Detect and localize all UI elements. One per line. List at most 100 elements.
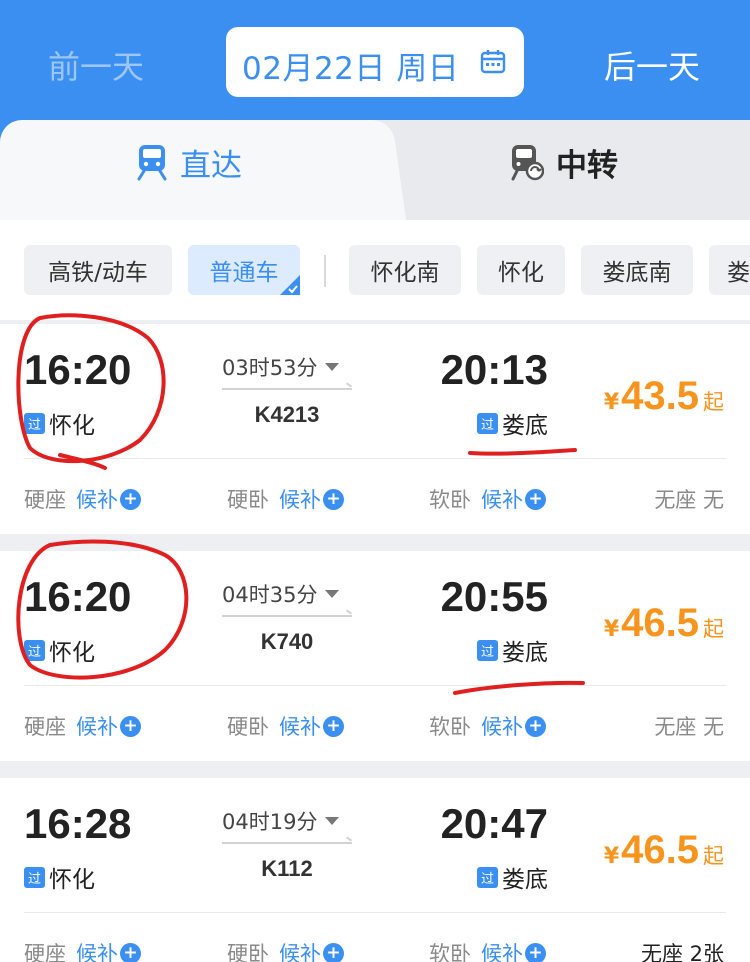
plus-icon[interactable]: + <box>323 942 344 962</box>
duration-arrow-line <box>222 388 352 390</box>
duration-text: 04时19分 <box>222 810 318 834</box>
seat-soft-sleeper: 软卧 候补 + <box>429 711 546 741</box>
waitlist-button[interactable]: 候补 <box>481 711 523 741</box>
seat-type: 硬卧 <box>227 488 269 512</box>
train-card[interactable]: 16:28 过 怀化 04时19分 K112 20:47 过 娄底 ¥ 46.5… <box>0 778 750 962</box>
filter-chip-station-2[interactable]: 怀化 <box>477 245 565 295</box>
departure-time: 16:20 <box>24 346 132 393</box>
arrival-station: 过 娄底 <box>477 860 548 894</box>
plus-icon[interactable]: + <box>120 942 141 962</box>
departure-time: 16:20 <box>24 573 132 620</box>
seat-hard-sleeper: 硬卧 候补 + <box>227 484 344 514</box>
filter-divider <box>324 255 326 287</box>
currency-symbol: ¥ <box>603 390 620 415</box>
departure-station-name: 怀化 <box>49 640 95 666</box>
departure-station: 过 怀化 <box>24 406 95 440</box>
seat-type: 软卧 <box>429 942 471 962</box>
next-day-button[interactable]: 后一天 <box>604 42 700 88</box>
train-number: K4213 <box>254 402 320 427</box>
duration-toggle[interactable]: 04时35分 <box>222 579 352 609</box>
filter-chip-station-4[interactable]: 娄 <box>709 245 750 295</box>
plus-icon[interactable]: + <box>525 715 546 737</box>
arrival-station-name: 娄底 <box>502 413 548 439</box>
price-suffix: 起 <box>703 390 724 414</box>
plus-icon[interactable]: + <box>323 715 344 737</box>
arrival-station-name: 娄底 <box>502 867 548 893</box>
plus-icon[interactable]: + <box>525 488 546 510</box>
departure-station-name: 怀化 <box>49 867 95 893</box>
waitlist-button[interactable]: 候补 <box>279 711 321 741</box>
duration-toggle[interactable]: 03时53分 <box>222 352 352 382</box>
price-amount: 43.5 <box>621 374 699 418</box>
waitlist-button[interactable]: 候补 <box>481 484 523 514</box>
selected-date: 02月22日 周日 <box>242 51 460 87</box>
currency-symbol: ¥ <box>603 617 620 642</box>
waitlist-button[interactable]: 候补 <box>76 711 118 741</box>
seat-type: 硬座 <box>24 715 66 739</box>
no-seat-availability: 无座 无 <box>654 488 724 512</box>
no-seat-availability: 无座 2张 <box>640 942 724 962</box>
dropdown-arrow-icon <box>325 363 340 371</box>
seat-type: 软卧 <box>429 488 471 512</box>
price: ¥ 43.5 起 <box>604 374 724 419</box>
duration-toggle[interactable]: 04时19分 <box>222 806 352 836</box>
selected-check-icon <box>280 275 300 295</box>
train-card[interactable]: 16:20 过 怀化 03时53分 K4213 20:13 过 娄底 ¥ 43.… <box>0 324 750 534</box>
tab-direct-label: 直达 <box>180 147 242 184</box>
duration-text: 04时35分 <box>222 583 318 607</box>
seat-type: 软卧 <box>429 715 471 739</box>
train-card[interactable]: 16:20 过 怀化 04时35分 K740 20:55 过 娄底 ¥ 46.5… <box>0 551 750 761</box>
seat-hard-seat: 硬座 候补 + <box>24 484 141 514</box>
seat-soft-sleeper: 软卧 候补 + <box>429 938 546 962</box>
plus-icon[interactable]: + <box>120 488 141 510</box>
seat-hard-sleeper: 硬卧 候补 + <box>227 938 344 962</box>
pass-badge: 过 <box>477 412 498 434</box>
price-amount: 46.5 <box>621 828 699 872</box>
waitlist-button[interactable]: 候补 <box>481 938 523 962</box>
dropdown-arrow-icon <box>325 817 340 825</box>
pass-badge: 过 <box>24 866 45 888</box>
price-suffix: 起 <box>703 617 724 641</box>
card-divider <box>24 912 726 913</box>
waitlist-button[interactable]: 候补 <box>279 938 321 962</box>
filter-chip-normal-label: 普通车 <box>209 260 279 286</box>
filter-chip-station-3[interactable]: 娄底南 <box>581 245 693 295</box>
price-suffix: 起 <box>703 844 724 868</box>
price: ¥ 46.5 起 <box>604 828 724 873</box>
pass-badge: 过 <box>477 866 498 888</box>
date-selector[interactable]: 02月22日 周日 <box>226 27 524 97</box>
tab-transfer-label: 中转 <box>556 147 618 184</box>
tab-transfer[interactable]: 中转 <box>510 142 618 184</box>
waitlist-button[interactable]: 候补 <box>279 484 321 514</box>
departure-station: 过 怀化 <box>24 860 95 894</box>
filter-chip-highspeed[interactable]: 高铁/动车 <box>24 245 172 295</box>
dropdown-arrow-icon <box>325 590 340 598</box>
pass-badge: 过 <box>24 639 45 661</box>
plus-icon[interactable]: + <box>323 488 344 510</box>
seat-type: 硬卧 <box>227 715 269 739</box>
waitlist-button[interactable]: 候补 <box>76 484 118 514</box>
plus-icon[interactable]: + <box>120 715 141 737</box>
prev-day-button[interactable]: 前一天 <box>48 42 144 88</box>
arrival-time: 20:47 <box>440 800 548 847</box>
departure-station: 过 怀化 <box>24 633 95 667</box>
pass-badge: 过 <box>477 639 498 661</box>
route-type-tabs: 直达 中转 <box>0 120 750 220</box>
filter-chip-station-1[interactable]: 怀化南 <box>349 245 461 295</box>
pass-badge: 过 <box>24 412 45 434</box>
plus-icon[interactable]: + <box>525 942 546 962</box>
calendar-icon <box>480 50 506 74</box>
seat-hard-seat: 硬座 候补 + <box>24 711 141 741</box>
waitlist-button[interactable]: 候补 <box>76 938 118 962</box>
arrival-time: 20:13 <box>440 346 548 393</box>
arrival-station: 过 娄底 <box>477 406 548 440</box>
seat-type: 硬卧 <box>227 942 269 962</box>
filter-chip-normal[interactable]: 普通车 <box>188 245 300 295</box>
duration-text: 03时53分 <box>222 356 318 380</box>
departure-station-name: 怀化 <box>49 413 95 439</box>
filter-bar: 高铁/动车 普通车 怀化南 怀化 娄底南 娄 <box>0 220 750 320</box>
arrival-station-name: 娄底 <box>502 640 548 666</box>
tab-direct[interactable]: 直达 <box>136 142 242 184</box>
departure-time: 16:28 <box>24 800 132 847</box>
seat-hard-seat: 硬座 候补 + <box>24 938 141 962</box>
